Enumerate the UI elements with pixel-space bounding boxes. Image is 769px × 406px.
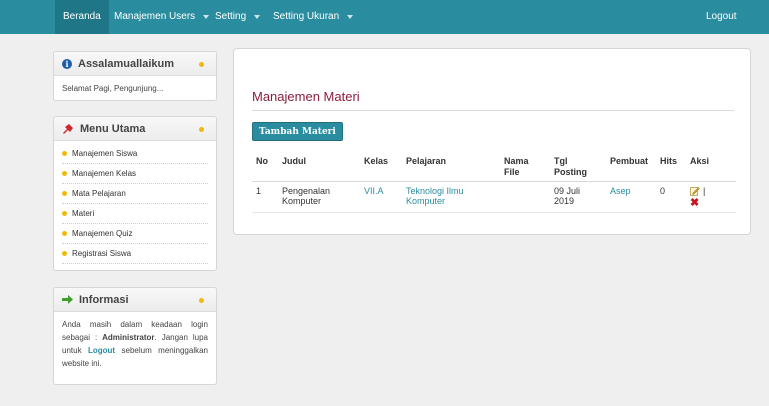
welcome-title: Assalamuallaikum [78, 57, 174, 70]
bullet-icon [199, 298, 204, 303]
info-logout-link[interactable]: Logout [88, 346, 115, 355]
cell-no: 1 [252, 181, 278, 213]
menu-title: Menu Utama [80, 122, 146, 135]
bullet-icon [199, 127, 204, 132]
info-text: Anda masih dalam keadaan login sebagai :… [54, 312, 216, 376]
info-period: . [154, 333, 157, 342]
info-line2b: sebelum meninggalkan website ini. [62, 346, 208, 368]
menu-item-label: Manajemen Kelas [72, 168, 137, 178]
nav-manajemen-users-label: Manajemen Users [114, 11, 196, 22]
col-tgl-posting: Tgl Posting [550, 153, 606, 182]
welcome-text: Selamat Pagi, Pengunjung... [62, 84, 164, 93]
menu-item-manajemen-kelas[interactable]: Manajemen Kelas [62, 164, 208, 184]
menu-item-manajemen-quiz[interactable]: Manajemen Quiz [62, 224, 208, 244]
cell-pembuat-link[interactable]: Asep [606, 181, 656, 213]
main-panel: Manajemen Materi Tambah Materi No Judul … [233, 48, 751, 235]
arrow-right-icon [62, 295, 73, 304]
col-pelajaran: Pelajaran [402, 153, 500, 182]
chevron-down-icon [254, 15, 261, 19]
table-row: 1 Pengenalan Komputer VII.A Teknologi Il… [252, 181, 736, 213]
cell-aksi: | ✖ [686, 181, 736, 213]
cell-kelas-link[interactable]: VII.A [360, 181, 402, 213]
bullet-icon [62, 191, 67, 196]
materi-table: No Judul Kelas Pelajaran Nama File Tgl P… [252, 153, 736, 213]
menu-list: Manajemen Siswa Manajemen Kelas Mata Pel… [54, 141, 216, 264]
nav-setting[interactable]: Setting [215, 0, 261, 34]
nav-setting-label: Setting [215, 11, 247, 22]
col-pembuat: Pembuat [606, 153, 656, 182]
menu-panel-header: Menu Utama [54, 117, 216, 141]
menu-item-manajemen-siswa[interactable]: Manajemen Siswa [62, 144, 208, 164]
welcome-panel-header: i Assalamuallaikum [54, 52, 216, 76]
menu-item-materi[interactable]: Materi [62, 204, 208, 224]
cell-nama-file [500, 181, 550, 213]
menu-item-label: Mata Pelajaran [72, 188, 126, 198]
col-kelas: Kelas [360, 153, 402, 182]
add-materi-button[interactable]: Tambah Materi [252, 122, 343, 141]
title-divider [252, 110, 734, 111]
action-separator: | [703, 186, 706, 196]
bullet-icon [62, 251, 67, 256]
bullet-icon [62, 171, 67, 176]
menu-panel: Menu Utama Manajemen Siswa Manajemen Kel… [53, 116, 217, 271]
bullet-icon [62, 211, 67, 216]
col-hits: Hits [656, 153, 686, 182]
welcome-panel: i Assalamuallaikum Selamat Pagi, Pengunj… [53, 51, 217, 101]
menu-item-label: Registrasi Siswa [72, 248, 132, 258]
col-nama-file: Nama File [500, 153, 550, 182]
page-title: Manajemen Materi [252, 89, 360, 104]
menu-item-label: Materi [72, 208, 95, 218]
logout-link[interactable]: Logout [706, 0, 737, 34]
info-icon: i [62, 58, 72, 69]
cell-hits: 0 [656, 181, 686, 213]
col-aksi: Aksi [686, 153, 736, 182]
cell-tgl-posting: 09 Juli 2019 [550, 181, 606, 213]
bullet-icon [62, 231, 67, 236]
edit-icon[interactable] [690, 186, 700, 196]
table-header-row: No Judul Kelas Pelajaran Nama File Tgl P… [252, 153, 736, 182]
info-title: Informasi [79, 293, 129, 306]
cell-judul: Pengenalan Komputer [278, 181, 360, 213]
delete-icon[interactable]: ✖ [690, 198, 732, 209]
pin-icon [63, 124, 73, 134]
top-navbar: Beranda Manajemen Users Setting Setting … [0, 0, 769, 34]
info-panel: Informasi Anda masih dalam keadaan login… [53, 287, 217, 385]
chevron-down-icon [347, 15, 354, 19]
menu-item-label: Manajemen Quiz [72, 228, 133, 238]
nav-manajemen-users[interactable]: Manajemen Users [114, 0, 210, 34]
bullet-icon [199, 62, 204, 67]
menu-item-label: Manajemen Siswa [72, 148, 138, 158]
info-role: Administrator [102, 333, 155, 342]
col-judul: Judul [278, 153, 360, 182]
chevron-down-icon [203, 15, 210, 19]
logout-label: Logout [706, 11, 737, 22]
col-no: No [252, 153, 278, 182]
bullet-icon [62, 151, 67, 156]
nav-setting-ukuran-label: Setting Ukuran [273, 11, 340, 22]
nav-beranda-label: Beranda [63, 11, 101, 22]
nav-setting-ukuran[interactable]: Setting Ukuran [273, 0, 354, 34]
menu-item-mata-pelajaran[interactable]: Mata Pelajaran [62, 184, 208, 204]
nav-beranda[interactable]: Beranda [55, 0, 109, 34]
info-panel-header: Informasi [54, 288, 216, 312]
menu-item-registrasi-siswa[interactable]: Registrasi Siswa [62, 244, 208, 264]
cell-pelajaran-link[interactable]: Teknologi Ilmu Komputer [402, 181, 500, 213]
